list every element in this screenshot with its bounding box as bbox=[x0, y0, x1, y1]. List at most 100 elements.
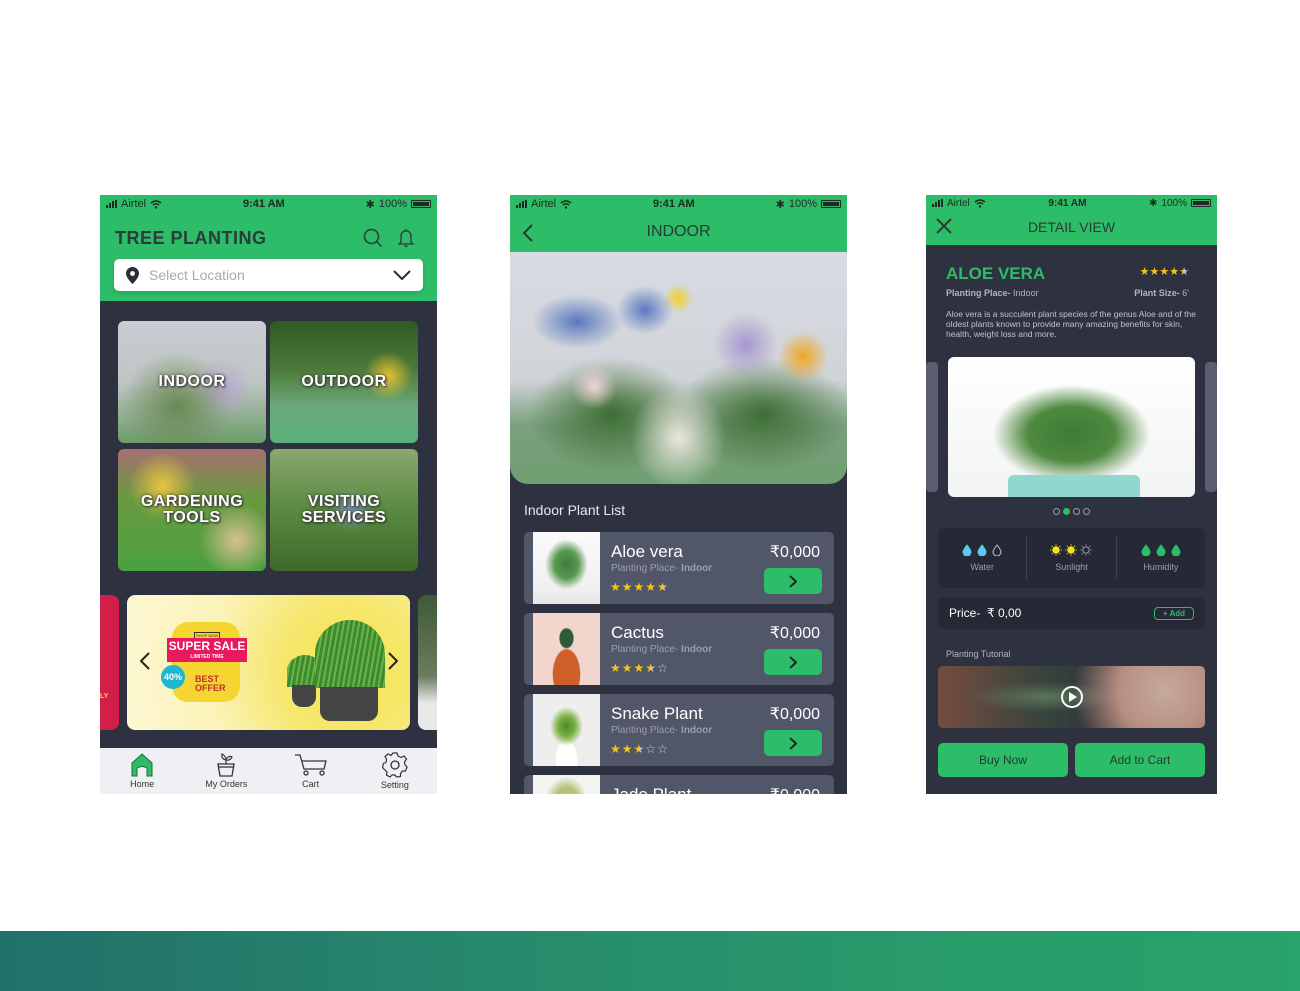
rating-stars: ★★★☆☆ bbox=[610, 742, 669, 756]
plant-list-item[interactable]: Jade Plant ₹0,000 bbox=[524, 775, 834, 794]
plant-list-item[interactable]: Aloe vera Planting Place- Indoor ★★★★★ ₹… bbox=[524, 532, 834, 604]
open-plant-button[interactable] bbox=[764, 568, 822, 594]
plant-name: Jade Plant bbox=[611, 785, 691, 794]
category-label: GARDENING TOOLS bbox=[140, 493, 244, 526]
search-icon[interactable] bbox=[363, 228, 383, 248]
humidity-level bbox=[1140, 544, 1182, 556]
location-placeholder: Select Location bbox=[149, 267, 245, 283]
plant-pot-icon bbox=[217, 753, 236, 777]
category-outdoor[interactable]: OUTDOOR bbox=[270, 321, 418, 443]
care-sunlight: Sunlight bbox=[1027, 536, 1117, 580]
star-empty-icon: ☆ bbox=[657, 742, 669, 756]
battery-icon bbox=[410, 200, 431, 208]
open-plant-button[interactable] bbox=[764, 649, 822, 675]
water-level bbox=[961, 544, 1003, 556]
pagination-dot[interactable] bbox=[1083, 508, 1090, 515]
plant-list-item[interactable]: Cactus Planting Place- Indoor ★★★★☆ ₹0,0… bbox=[524, 613, 834, 685]
water-drop-filled-icon bbox=[962, 544, 972, 556]
status-time: 9:41 AM bbox=[1048, 197, 1087, 209]
location-select[interactable]: Select Location bbox=[114, 259, 423, 291]
category-visiting-services[interactable]: VISITING SERVICES bbox=[270, 449, 418, 571]
star-half-icon: ★ bbox=[657, 580, 669, 594]
page-title: INDOOR bbox=[646, 223, 711, 240]
category-label: VISITING SERVICES bbox=[301, 493, 387, 526]
tutorial-video[interactable] bbox=[938, 666, 1205, 728]
category-grid: INDOOR OUTDOOR GARDENING TOOLS VISITING … bbox=[118, 321, 420, 571]
nav-label: Home bbox=[130, 779, 155, 789]
pagination-dot[interactable] bbox=[1053, 508, 1060, 515]
carrier-name: Airtel bbox=[531, 198, 557, 210]
star-empty-icon: ☆ bbox=[657, 661, 669, 675]
bell-icon[interactable] bbox=[397, 228, 415, 248]
category-indoor[interactable]: INDOOR bbox=[118, 321, 266, 443]
carousel-next-button[interactable] bbox=[385, 650, 401, 672]
star-full-icon: ★ bbox=[621, 580, 634, 594]
category-label: INDOOR bbox=[158, 373, 226, 390]
gallery-pagination[interactable] bbox=[926, 508, 1217, 515]
place-value: Indoor bbox=[1013, 288, 1039, 298]
plant-name: Cactus bbox=[611, 623, 664, 642]
plant-thumbnail bbox=[533, 694, 600, 766]
price-value: ₹ 0,00 bbox=[987, 606, 1022, 620]
star-full-icon: ★ bbox=[645, 580, 658, 594]
star-full-icon: ★ bbox=[1149, 266, 1160, 278]
star-full-icon: ★ bbox=[610, 742, 622, 756]
add-to-cart-button[interactable]: Add to Cart bbox=[1075, 743, 1205, 777]
carousel-prev-button[interactable] bbox=[137, 650, 153, 672]
plant-size: Plant Size- 6' bbox=[1134, 288, 1189, 298]
tutorial-title: Planting Tutorial bbox=[946, 649, 1011, 659]
care-label: Sunlight bbox=[1055, 562, 1088, 572]
star-full-icon: ★ bbox=[633, 580, 646, 594]
gallery-next-peek[interactable] bbox=[1205, 362, 1217, 492]
pagination-dot[interactable] bbox=[1073, 508, 1080, 515]
add-button[interactable]: + Add bbox=[1153, 606, 1194, 620]
plant-price: ₹0,000 bbox=[769, 625, 820, 642]
signal-icon bbox=[106, 200, 117, 208]
star-full-icon: ★ bbox=[1139, 266, 1150, 278]
star-half-icon: ★ bbox=[1179, 266, 1189, 278]
water-drop-empty-icon bbox=[992, 544, 1002, 556]
plant-title: ALOE VERA bbox=[946, 264, 1046, 283]
nav-my-orders[interactable]: My Orders bbox=[191, 753, 261, 789]
gallery-prev-peek[interactable] bbox=[926, 362, 938, 492]
price-text: Price- ₹ 0,00 bbox=[949, 606, 1021, 620]
open-plant-button[interactable] bbox=[764, 730, 822, 756]
nav-cart[interactable]: Cart bbox=[276, 753, 346, 789]
star-full-icon: ★ bbox=[633, 661, 646, 675]
star-full-icon: ★ bbox=[1169, 266, 1180, 278]
nav-label: Cart bbox=[302, 779, 320, 789]
plant-name: Aloe vera bbox=[611, 542, 683, 561]
place-label: Planting Place- bbox=[946, 288, 1011, 298]
indoor-screen: Airtel 9:41 AM ✱ 100% INDOOR Indoor Plan… bbox=[510, 195, 847, 794]
plant-list-item[interactable]: Snake Plant Planting Place- Indoor ★★★☆☆… bbox=[524, 694, 834, 766]
chevron-down-icon[interactable] bbox=[393, 270, 411, 280]
battery-percent: 100% bbox=[788, 198, 817, 210]
nav-home[interactable]: Home bbox=[107, 753, 177, 789]
plant-thumbnail bbox=[533, 532, 600, 604]
banner-next-peek[interactable] bbox=[418, 595, 437, 730]
plant-place: Planting Place- Indoor bbox=[946, 288, 1039, 298]
humidity-filled-icon bbox=[1141, 544, 1151, 556]
sale-headline: SUPER SALE bbox=[168, 639, 246, 653]
detail-screen: Airtel 9:41 AM ✱ 100% DETAIL VIEW ALOE V… bbox=[926, 195, 1217, 794]
chevron-right-icon bbox=[789, 574, 797, 588]
plant-price: ₹0,000 bbox=[769, 706, 820, 723]
nav-setting[interactable]: Setting bbox=[360, 752, 430, 790]
place-label: Planting Place- bbox=[611, 644, 682, 655]
promo-carousel[interactable]: LY SHOP NOW SUPER SALE LIMITED TIME 40% … bbox=[100, 595, 437, 731]
rating-stars: ★★★★★ bbox=[610, 580, 669, 594]
bottom-nav: Home My Orders Cart Setting bbox=[100, 748, 437, 794]
large-pot bbox=[320, 687, 378, 721]
battery-percent: 100% bbox=[378, 198, 407, 210]
rating-stars: ★★★★☆ bbox=[610, 661, 669, 675]
promo-banner[interactable]: SHOP NOW SUPER SALE LIMITED TIME 40% BES… bbox=[127, 595, 410, 730]
buy-now-button[interactable]: Buy Now bbox=[938, 743, 1068, 777]
status-bar: Airtel 9:41 AM ✱ 100% bbox=[926, 195, 1217, 211]
play-icon[interactable] bbox=[1060, 686, 1083, 708]
carrier-name: Airtel bbox=[121, 198, 147, 210]
plant-gallery-image[interactable] bbox=[948, 357, 1195, 497]
category-gardening-tools[interactable]: GARDENING TOOLS bbox=[118, 449, 266, 571]
home-screen: Airtel 9:41 AM ✱ 100% TREE PLANTING Sele… bbox=[100, 195, 437, 794]
banner-previous-peek[interactable]: LY bbox=[100, 595, 119, 730]
pagination-dot[interactable] bbox=[1063, 508, 1070, 515]
